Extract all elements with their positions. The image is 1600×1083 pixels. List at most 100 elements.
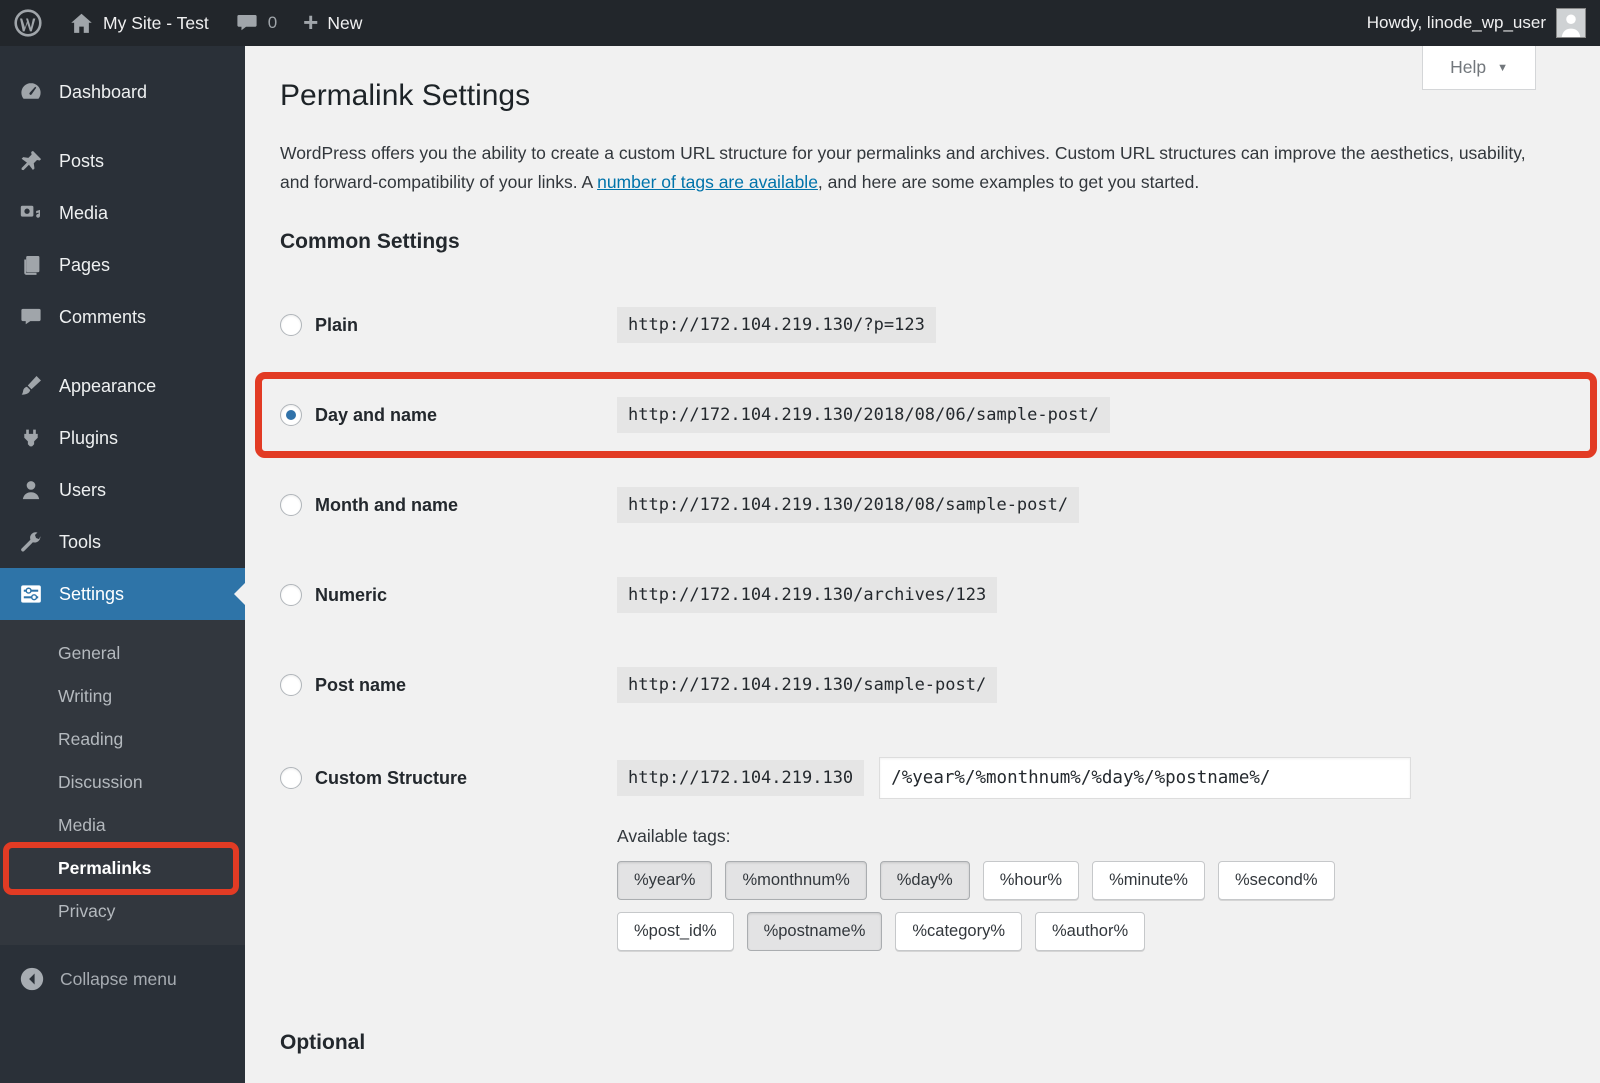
comment-bubble-icon (237, 14, 257, 31)
sidebar-item-label: Dashboard (59, 81, 148, 102)
submenu-label: Permalinks (58, 858, 152, 878)
help-button[interactable]: Help ▼ (1422, 46, 1536, 90)
radio-month-and-name[interactable] (280, 494, 302, 516)
new-menu[interactable]: + New (290, 0, 375, 46)
option-label-month-and-name[interactable]: Month and name (315, 495, 458, 516)
chevron-down-icon: ▼ (1497, 61, 1508, 74)
submenu-label: Discussion (58, 772, 143, 792)
media-icon (20, 205, 40, 218)
permalink-options: Plain http://172.104.219.130/?p=123 Day … (255, 280, 1597, 826)
permalink-example-numeric: http://172.104.219.130/archives/123 (617, 577, 998, 613)
sidebar-item-reading[interactable]: Reading (0, 718, 245, 761)
home-icon (71, 13, 92, 33)
tag-author-button[interactable]: %author% (1035, 912, 1146, 951)
permalink-option-month-and-name: Month and name http://172.104.219.130/20… (280, 460, 1578, 550)
tag-postname-button[interactable]: %postname% (746, 912, 883, 951)
collapse-arrow-icon (20, 967, 44, 991)
sidebar-item-label: Comments (59, 306, 147, 327)
radio-numeric[interactable] (280, 584, 302, 606)
optional-heading: Optional (280, 1031, 366, 1054)
radio-custom-structure[interactable] (280, 767, 302, 789)
custom-structure-url-prefix: http://172.104.219.130 (617, 760, 865, 796)
sidebar-item-plugins[interactable]: Plugins (0, 412, 245, 464)
sidebar-item-privacy[interactable]: Privacy (0, 890, 245, 933)
radio-post-name[interactable] (280, 674, 302, 696)
tag-day-button[interactable]: %day% (879, 861, 970, 900)
settings-sliders-icon (21, 585, 41, 603)
tag-post-id-button[interactable]: %post_id% (617, 912, 734, 951)
sidebar-item-writing[interactable]: Writing (0, 675, 245, 718)
sidebar-item-label: Users (59, 479, 107, 500)
sidebar-item-appearance[interactable]: Appearance (0, 360, 245, 412)
sidebar-item-label: Appearance (59, 375, 157, 396)
brush-icon (21, 376, 41, 395)
sidebar-item-label: Tools (59, 531, 102, 552)
permalink-option-day-and-name: Day and name http://172.104.219.130/2018… (255, 370, 1597, 460)
tag-second-button[interactable]: %second% (1217, 861, 1335, 900)
settings-submenu: General Writing Reading Discussion Media… (0, 620, 245, 945)
sidebar-item-media[interactable]: Media (0, 187, 245, 239)
sidebar-item-label: Media (59, 202, 109, 223)
option-label-post-name[interactable]: Post name (315, 675, 406, 696)
page-title: Permalink Settings (280, 79, 531, 112)
sidebar-item-pages[interactable]: Pages (0, 239, 245, 291)
option-label-custom-structure[interactable]: Custom Structure (315, 768, 467, 789)
sidebar-item-settings[interactable]: Settings (0, 568, 245, 620)
menu-separator (0, 343, 245, 360)
available-tags-block: Available tags: %year% %monthnum% %day% … (617, 826, 1578, 951)
tag-monthnum-button[interactable]: %monthnum% (725, 861, 867, 900)
comments-menu[interactable]: 0 (222, 0, 290, 46)
option-label-plain[interactable]: Plain (315, 315, 358, 336)
permalink-option-numeric: Numeric http://172.104.219.130/archives/… (280, 550, 1578, 640)
radio-plain[interactable] (280, 314, 302, 336)
collapse-menu-label: Collapse menu (60, 968, 177, 989)
permalink-example-post-name: http://172.104.219.130/sample-post/ (617, 667, 998, 703)
howdy-label[interactable]: Howdy, linode_wp_user (1367, 13, 1546, 33)
available-tags-label: Available tags: (617, 826, 731, 846)
common-settings-heading: Common Settings (280, 230, 460, 253)
option-label-numeric[interactable]: Numeric (315, 585, 387, 606)
sidebar-item-posts[interactable]: Posts (0, 135, 245, 187)
custom-structure-input[interactable] (879, 757, 1412, 799)
pushpin-icon (21, 150, 42, 171)
radio-day-and-name[interactable] (280, 404, 302, 426)
sidebar-item-permalinks[interactable]: Permalinks (0, 842, 245, 895)
sidebar-item-dashboard[interactable]: Dashboard (0, 66, 245, 118)
sidebar-item-comments[interactable]: Comments (0, 291, 245, 343)
permalink-option-custom-structure: Custom Structure http://172.104.219.130 (280, 730, 1578, 826)
option-label-day-and-name[interactable]: Day and name (315, 405, 437, 426)
site-name-menu[interactable]: My Site - Test (56, 0, 222, 46)
sidebar-item-label: Settings (59, 583, 125, 604)
tag-category-button[interactable]: %category% (895, 912, 1023, 951)
wordpress-logo-menu[interactable] (0, 0, 56, 46)
new-label: New (327, 12, 363, 33)
admin-bar: My Site - Test 0 + New Howdy, linode_wp_… (0, 0, 1600, 46)
submenu-label: General (58, 643, 121, 663)
intro-text: , and here are some examples to get you … (817, 172, 1200, 192)
permalink-example-day-and-name: http://172.104.219.130/2018/08/06/sample… (617, 397, 1110, 433)
tag-hour-button[interactable]: %hour% (982, 861, 1080, 900)
tags-available-link[interactable]: number of tags are available (597, 172, 818, 192)
pages-icon (24, 256, 40, 275)
tag-minute-button[interactable]: %minute% (1092, 861, 1205, 900)
sidebar-item-general[interactable]: General (0, 632, 245, 675)
admin-sidebar: Dashboard Posts Media Pages Comments App… (0, 46, 245, 1083)
submenu-label: Media (58, 815, 106, 835)
collapse-menu-button[interactable]: Collapse menu (0, 957, 245, 1001)
sidebar-item-tools[interactable]: Tools (0, 516, 245, 568)
permalink-option-post-name: Post name http://172.104.219.130/sample-… (280, 640, 1578, 730)
permalink-example-plain: http://172.104.219.130/?p=123 (617, 307, 936, 343)
wordpress-logo-icon (14, 9, 42, 37)
plus-icon: + (303, 6, 319, 37)
sidebar-item-users[interactable]: Users (0, 464, 245, 516)
plugin-icon (24, 429, 38, 447)
menu-separator (0, 118, 245, 135)
sidebar-item-label: Pages (59, 254, 111, 275)
sidebar-item-discussion[interactable]: Discussion (0, 761, 245, 804)
dashboard-icon (21, 83, 41, 99)
sidebar-item-media-settings[interactable]: Media (0, 804, 245, 847)
wrench-icon (21, 532, 41, 552)
tag-year-button[interactable]: %year% (617, 861, 713, 900)
avatar[interactable] (1556, 8, 1586, 38)
user-icon (22, 481, 40, 500)
